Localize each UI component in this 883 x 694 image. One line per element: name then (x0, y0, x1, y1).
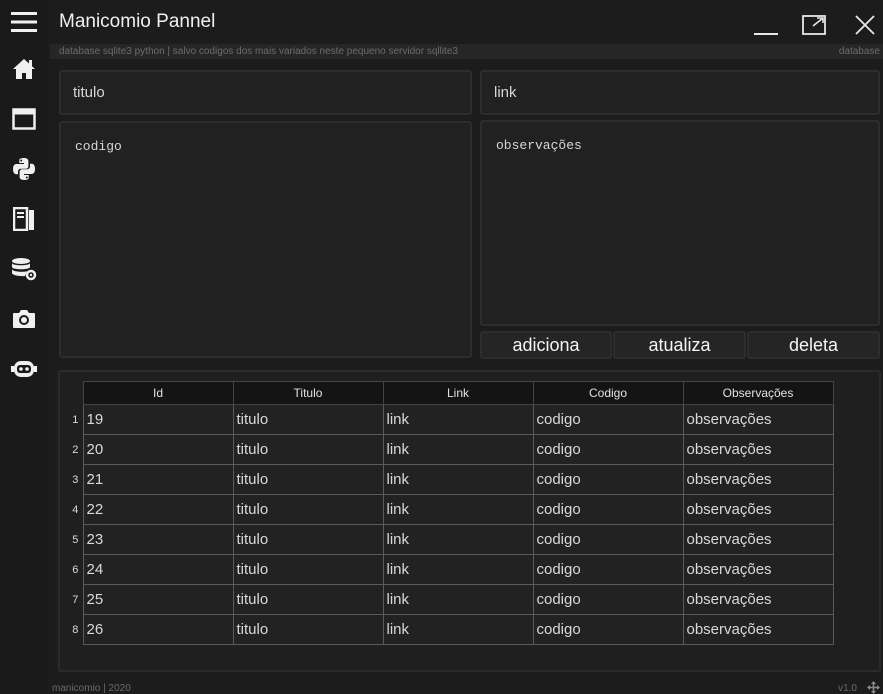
cell-codigo[interactable]: codigo (532, 464, 684, 495)
table-row[interactable]: 6 24 titulo link codigo observações (68, 554, 834, 585)
info-description: database sqlite3 python | salvo codigos … (59, 46, 458, 57)
cell-link[interactable]: link (382, 524, 534, 555)
row-number[interactable]: 1 (68, 404, 83, 435)
home-icon[interactable] (6, 51, 42, 87)
hamburger-menu-icon[interactable] (6, 4, 42, 40)
minimize-icon[interactable] (750, 10, 782, 40)
robot-icon[interactable] (6, 351, 42, 387)
server-icon[interactable] (6, 201, 42, 237)
cell-titulo[interactable]: titulo (232, 614, 384, 645)
cell-codigo[interactable]: codigo (532, 554, 684, 585)
cell-observacoes[interactable]: observações (682, 554, 834, 585)
cell-id[interactable]: 19 (82, 404, 234, 435)
cell-link[interactable]: link (382, 494, 534, 525)
table-row[interactable]: 3 21 titulo link codigo observações (68, 464, 834, 495)
link-field[interactable]: link (480, 70, 880, 115)
titulo-field[interactable]: titulo (59, 70, 472, 115)
cell-observacoes[interactable]: observações (682, 494, 834, 525)
row-number[interactable]: 8 (68, 614, 83, 645)
cell-observacoes[interactable]: observações (682, 584, 834, 615)
row-number[interactable]: 6 (68, 554, 83, 585)
cell-observacoes[interactable]: observações (682, 524, 834, 555)
records-table: Id Titulo Link Codigo Observações 1 19 t… (68, 381, 834, 645)
cell-link[interactable]: link (382, 554, 534, 585)
cell-codigo[interactable]: codigo (532, 434, 684, 465)
row-number[interactable]: 3 (68, 464, 83, 495)
maximize-icon[interactable] (798, 10, 830, 40)
cell-titulo[interactable]: titulo (232, 464, 384, 495)
column-header-codigo[interactable]: Codigo (532, 381, 684, 405)
table-row[interactable]: 2 20 titulo link codigo observações (68, 434, 834, 465)
cell-codigo[interactable]: codigo (532, 584, 684, 615)
row-number[interactable]: 7 (68, 584, 83, 615)
column-header-link[interactable]: Link (382, 381, 534, 405)
column-header-titulo[interactable]: Titulo (232, 381, 384, 405)
info-label: database (838, 46, 880, 57)
cell-titulo[interactable]: titulo (232, 404, 384, 435)
table-corner (68, 381, 83, 405)
cell-link[interactable]: link (382, 434, 534, 465)
codigo-textarea[interactable]: codigo (59, 121, 472, 358)
cell-titulo[interactable]: titulo (232, 584, 384, 615)
cell-id[interactable]: 26 (82, 614, 234, 645)
cell-link[interactable]: link (382, 464, 534, 495)
cell-titulo[interactable]: titulo (232, 494, 384, 525)
cell-id[interactable]: 22 (82, 494, 234, 525)
cell-id[interactable]: 23 (82, 524, 234, 555)
cell-observacoes[interactable]: observações (682, 614, 834, 645)
close-icon[interactable] (849, 10, 881, 40)
cell-codigo[interactable]: codigo (532, 494, 684, 525)
browser-window-icon[interactable] (6, 101, 42, 137)
python-logo-icon[interactable] (6, 151, 42, 187)
observacoes-textarea[interactable]: observações (480, 120, 880, 326)
adiciona-button[interactable]: adiciona (480, 331, 612, 359)
cell-id[interactable]: 20 (82, 434, 234, 465)
resize-grip-icon[interactable] (866, 681, 880, 694)
database-gear-icon[interactable] (6, 251, 42, 287)
cell-observacoes[interactable]: observações (682, 404, 834, 435)
app-window: Manicomio Pannel database sqlite3 python… (0, 0, 883, 694)
cell-link[interactable]: link (382, 584, 534, 615)
cell-codigo[interactable]: codigo (532, 404, 684, 435)
cell-titulo[interactable]: titulo (232, 524, 384, 555)
row-number[interactable]: 4 (68, 494, 83, 525)
cell-titulo[interactable]: titulo (232, 434, 384, 465)
cell-observacoes[interactable]: observações (682, 464, 834, 495)
cell-link[interactable]: link (382, 404, 534, 435)
cell-codigo[interactable]: codigo (532, 614, 684, 645)
column-header-observacoes[interactable]: Observações (682, 381, 834, 405)
row-number[interactable]: 5 (68, 524, 83, 555)
cell-id[interactable]: 24 (82, 554, 234, 585)
cell-link[interactable]: link (382, 614, 534, 645)
window-title: Manicomio Pannel (59, 11, 216, 32)
table-row[interactable]: 5 23 titulo link codigo observações (68, 524, 834, 555)
table-row[interactable]: 4 22 titulo link codigo observações (68, 494, 834, 525)
table-row[interactable]: 1 19 titulo link codigo observações (68, 404, 834, 435)
table-header-row: Id Titulo Link Codigo Observações (68, 381, 834, 405)
camera-icon[interactable] (6, 301, 42, 337)
atualiza-button[interactable]: atualiza (613, 331, 746, 359)
cell-titulo[interactable]: titulo (232, 554, 384, 585)
status-version: v1.0 (838, 683, 857, 694)
cell-codigo[interactable]: codigo (532, 524, 684, 555)
cell-id[interactable]: 21 (82, 464, 234, 495)
table-row[interactable]: 7 25 titulo link codigo observações (68, 584, 834, 615)
info-bar: database sqlite3 python | salvo codigos … (50, 44, 883, 59)
cell-observacoes[interactable]: observações (682, 434, 834, 465)
column-header-id[interactable]: Id (82, 381, 234, 405)
deleta-button[interactable]: deleta (747, 331, 880, 359)
sidebar (0, 0, 48, 694)
table-row[interactable]: 8 26 titulo link codigo observações (68, 614, 834, 645)
row-number[interactable]: 2 (68, 434, 83, 465)
status-copyright: manicomio | 2020 (52, 683, 131, 694)
cell-id[interactable]: 25 (82, 584, 234, 615)
